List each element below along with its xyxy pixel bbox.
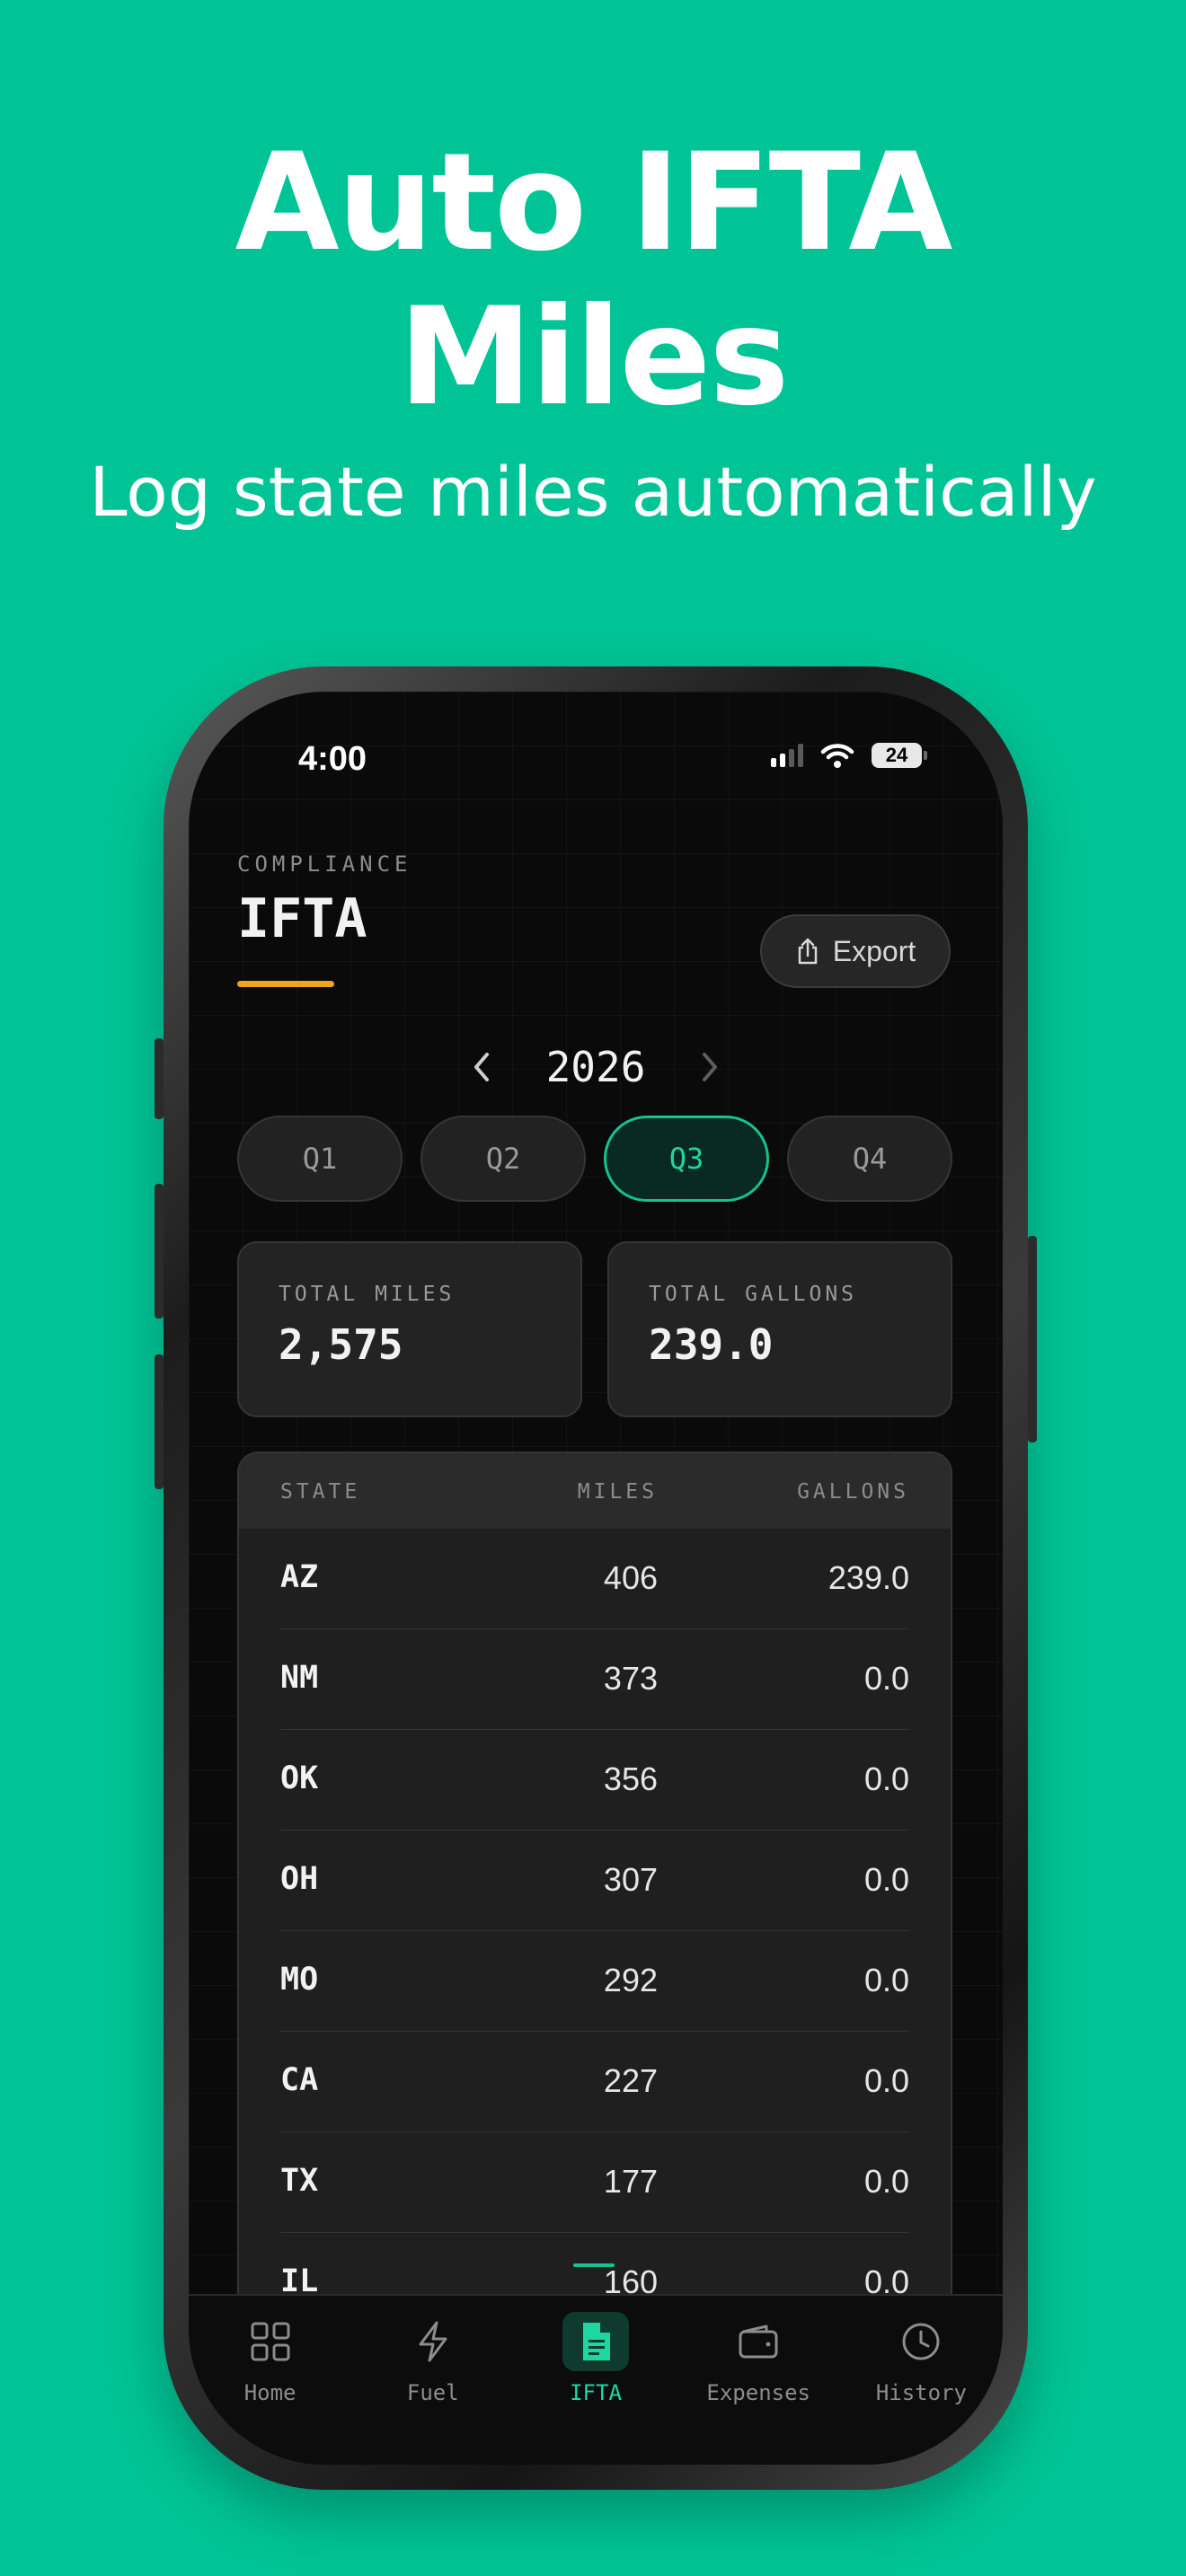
bottom-tab-bar: Home Fuel IFTA Expenses History (189, 2294, 1003, 2465)
phone-action-button (155, 1038, 164, 1119)
total-gallons-card: TOTAL GALLONS 239.0 (607, 1241, 952, 1417)
status-icons: 24 (771, 742, 927, 769)
row-state: NM (280, 1660, 319, 1696)
row-state: CA (280, 2062, 319, 2098)
phone-screen: 4:00 24 COMPLIANCE IFTA Export 2026 Q1 Q… (189, 692, 1003, 2465)
tab-ifta[interactable]: IFTA (514, 2296, 677, 2465)
quarter-button-q1[interactable]: Q1 (237, 1116, 403, 1202)
table-header: STATE MILES GALLONS (239, 1453, 951, 1529)
row-gallons: 0.0 (863, 1760, 909, 1797)
row-miles: 177 (603, 2163, 658, 2200)
document-icon (583, 2323, 610, 2360)
row-state: AZ (280, 1559, 319, 1595)
row-gallons: 0.0 (863, 2062, 909, 2099)
table-row[interactable]: TX 177 0.0 (239, 2132, 951, 2233)
tab-label: Expenses (706, 2380, 810, 2405)
row-state: OK (280, 1760, 319, 1796)
row-gallons: 0.0 (863, 2163, 909, 2200)
row-miles: 406 (603, 1559, 658, 1596)
phone-volume-down-button (155, 1354, 164, 1489)
column-header-state: STATE (280, 1480, 361, 1504)
banner-headline: Auto IFTA Miles (0, 126, 1186, 435)
row-miles: 227 (603, 2062, 658, 2099)
quarter-button-q4[interactable]: Q4 (787, 1116, 952, 1202)
row-gallons: 0.0 (863, 1962, 909, 1998)
total-miles-label: TOTAL MILES (279, 1283, 456, 1306)
tab-label: IFTA (570, 2380, 622, 2405)
status-time: 4:00 (298, 740, 367, 778)
tab-expenses[interactable]: Expenses (677, 2296, 840, 2465)
row-gallons: 0.0 (863, 1660, 909, 1697)
active-tab-indicator (573, 2263, 615, 2267)
clock-icon (902, 2323, 940, 2360)
table-row[interactable]: CA 227 0.0 (239, 2032, 951, 2132)
export-label: Export (832, 934, 916, 967)
grid-icon (251, 2322, 290, 2361)
year-label: 2026 (545, 1043, 646, 1091)
tab-label: Home (243, 2380, 296, 2405)
tab-label: Fuel (406, 2380, 459, 2405)
wifi-icon (820, 744, 854, 768)
page-eyebrow: COMPLIANCE (237, 851, 412, 877)
ifta-state-table: STATE MILES GALLONS AZ 406 239.0 NM 373 … (237, 1451, 952, 2350)
row-gallons: 0.0 (863, 1861, 909, 1898)
table-row[interactable]: MO 292 0.0 (239, 1931, 951, 2032)
phone-volume-up-button (155, 1184, 164, 1319)
headline-line-2: Miles (398, 279, 789, 436)
tab-label: History (875, 2380, 967, 2405)
cellular-signal-icon (771, 744, 803, 767)
share-icon (798, 938, 817, 965)
row-state: OH (280, 1861, 319, 1897)
row-miles: 292 (603, 1962, 658, 1998)
total-gallons-label: TOTAL GALLONS (649, 1283, 858, 1306)
quarter-button-q2[interactable]: Q2 (420, 1116, 586, 1202)
row-miles: 373 (603, 1660, 658, 1697)
chevron-left-icon[interactable] (471, 1051, 492, 1083)
banner-subheadline: Log state miles automatically (89, 452, 1097, 532)
quarter-button-q3[interactable]: Q3 (604, 1116, 769, 1202)
year-selector: 2026 (189, 1031, 1003, 1103)
total-gallons-value: 239.0 (649, 1320, 774, 1369)
total-miles-card: TOTAL MILES 2,575 (237, 1241, 582, 1417)
row-state: TX (280, 2163, 319, 2199)
total-miles-value: 2,575 (279, 1320, 403, 1369)
lightning-icon (419, 2321, 447, 2362)
quarter-selector: Q1 Q2 Q3 Q4 (237, 1116, 952, 1202)
tab-home[interactable]: Home (189, 2296, 351, 2465)
row-gallons: 239.0 (828, 1559, 909, 1596)
column-header-gallons: GALLONS (797, 1480, 909, 1504)
headline-line-1: Auto IFTA (235, 125, 953, 281)
table-row[interactable]: NM 373 0.0 (239, 1629, 951, 1730)
row-state: MO (280, 1962, 319, 1998)
table-row[interactable]: AZ 406 239.0 (239, 1529, 951, 1629)
export-button[interactable]: Export (760, 914, 951, 988)
page-title: IFTA (237, 887, 367, 950)
tab-fuel[interactable]: Fuel (351, 2296, 514, 2465)
tab-history[interactable]: History (840, 2296, 1003, 2465)
row-miles: 356 (603, 1760, 658, 1797)
title-underline (237, 981, 334, 987)
battery-icon: 24 (872, 743, 927, 768)
table-row[interactable]: OH 307 0.0 (239, 1831, 951, 1931)
phone-power-button (1028, 1236, 1037, 1442)
column-header-miles: MILES (577, 1480, 658, 1504)
wallet-icon (739, 2325, 778, 2359)
chevron-right-icon[interactable] (699, 1051, 721, 1083)
table-row[interactable]: OK 356 0.0 (239, 1730, 951, 1831)
row-miles: 307 (603, 1861, 658, 1898)
